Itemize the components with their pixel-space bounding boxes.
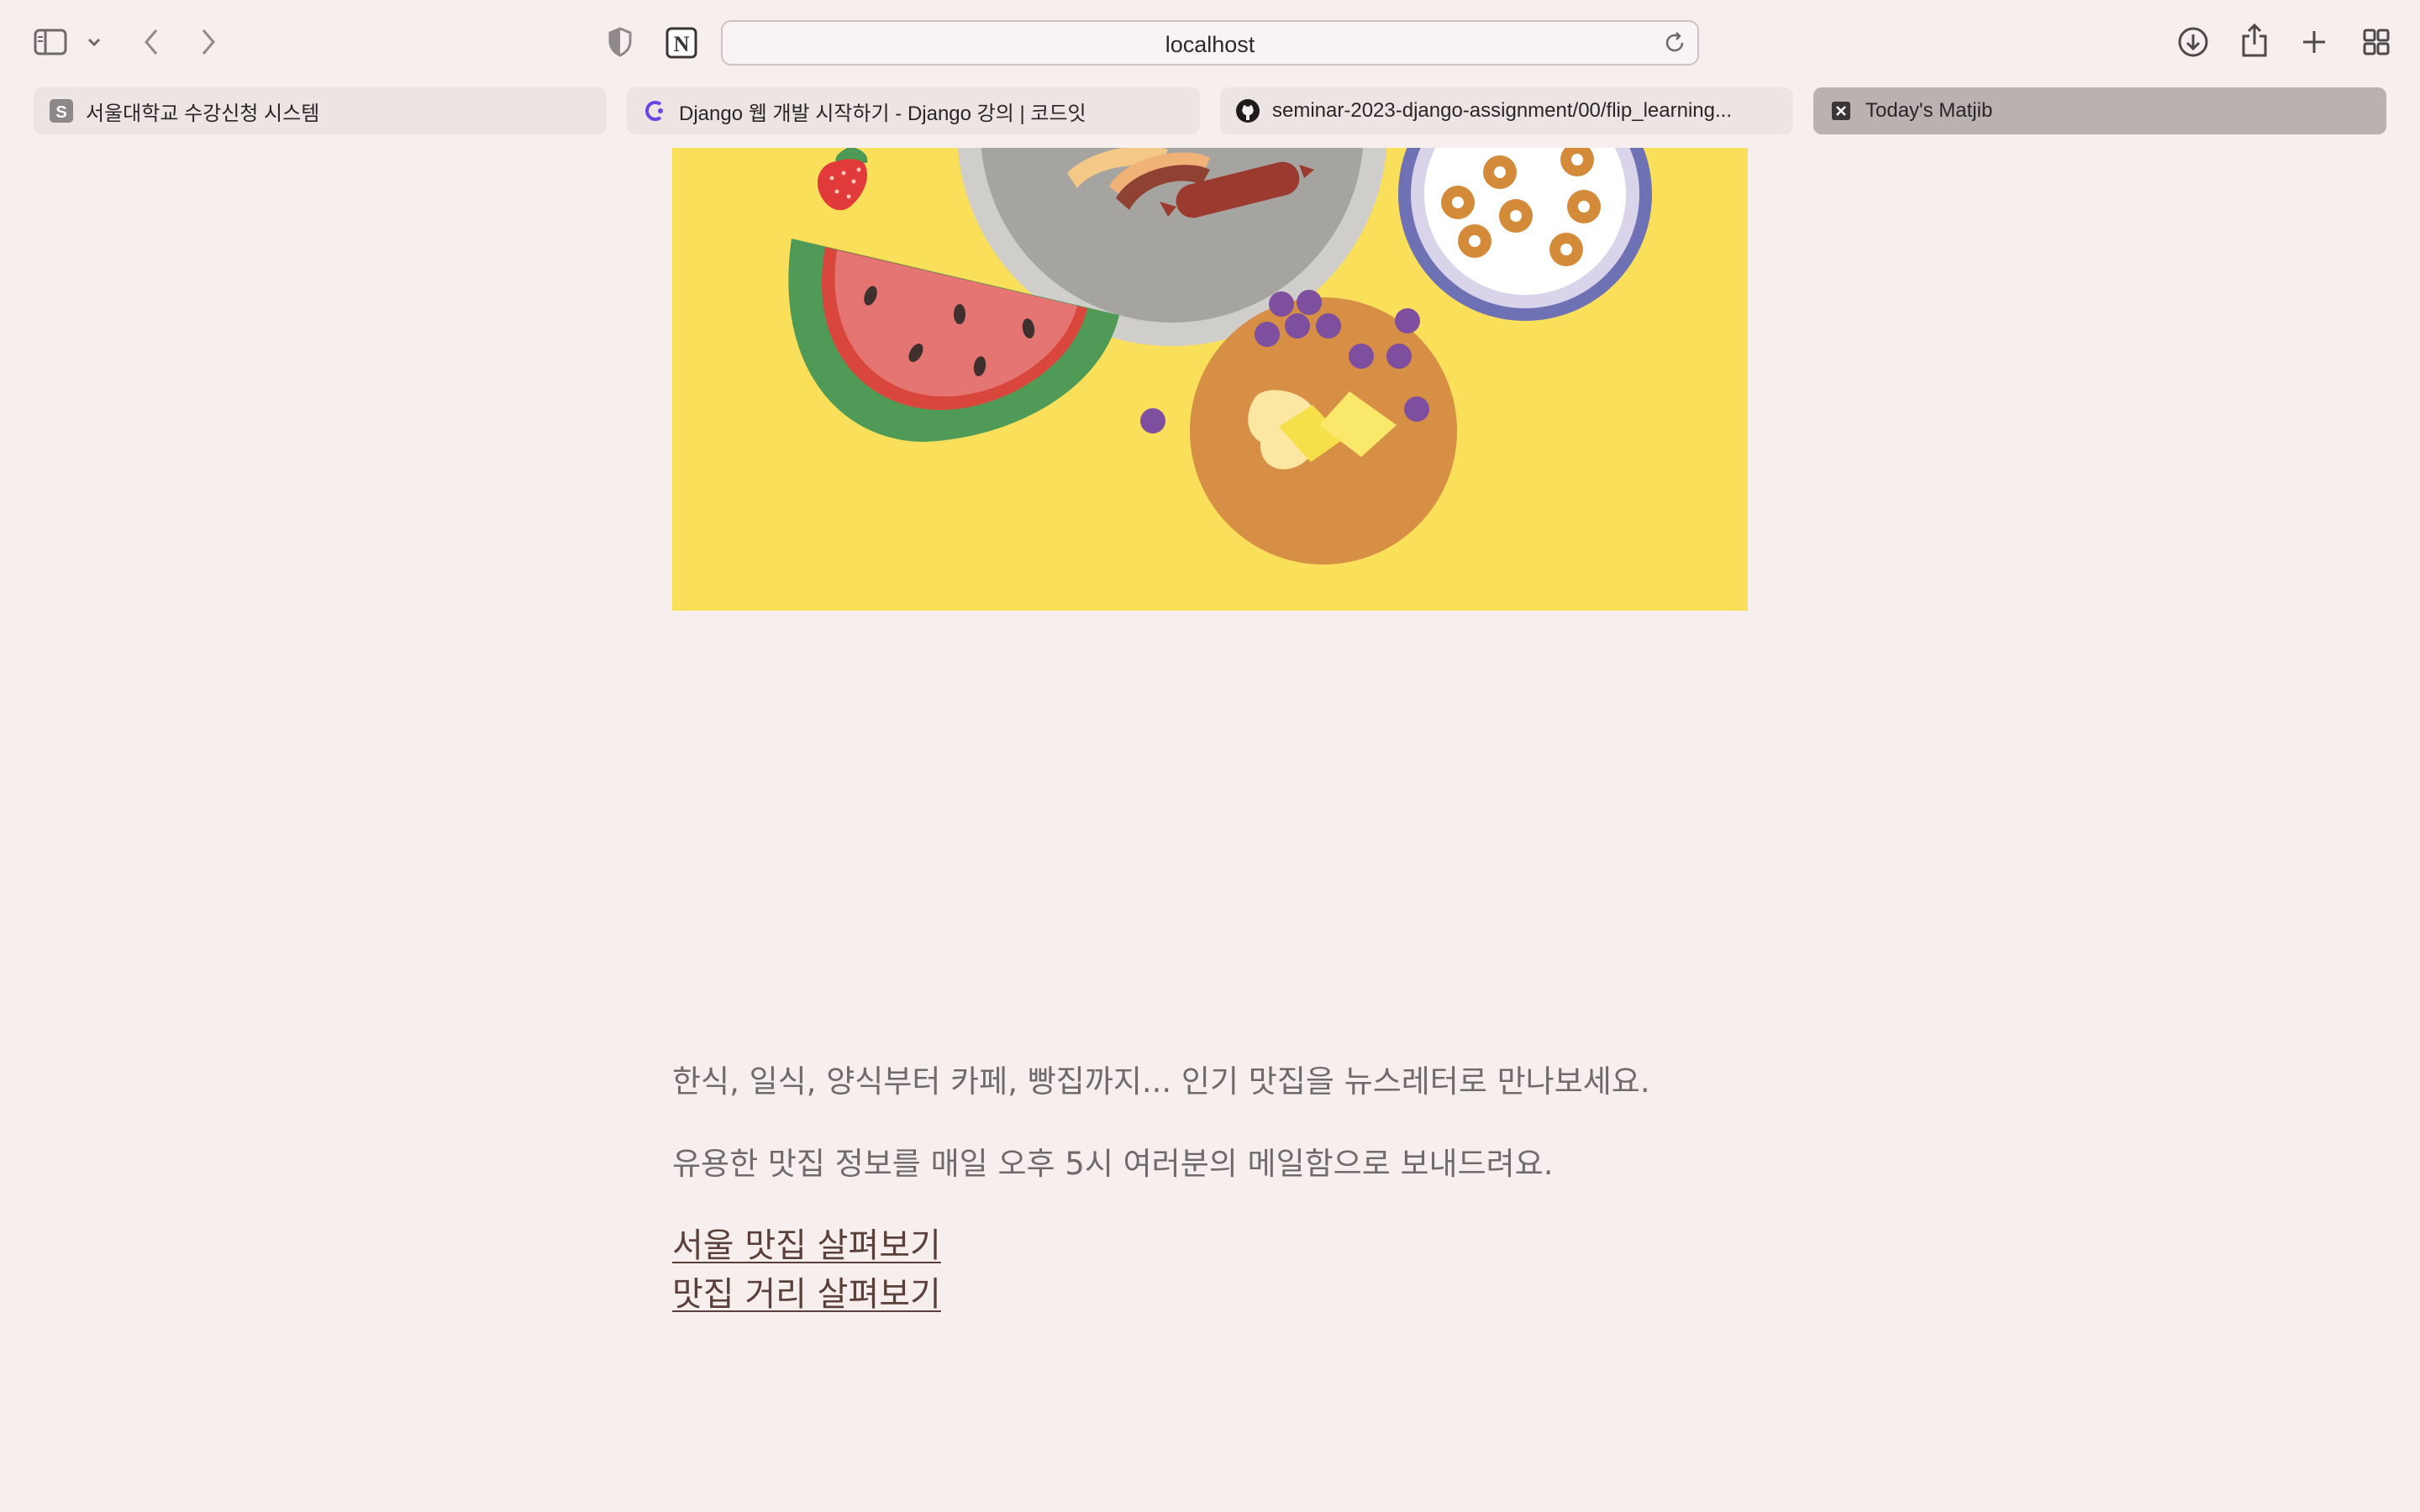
strawberry-illustration — [817, 148, 868, 211]
sidebar-toggle-icon[interactable] — [32, 25, 69, 59]
svg-text:S: S — [55, 103, 66, 122]
matjib-street-link[interactable]: 맛집 거리 살펴보기 — [672, 1270, 941, 1319]
downloads-icon[interactable] — [2175, 24, 2212, 60]
x-box-icon — [1828, 98, 1854, 123]
address-bar[interactable]: localhost — [721, 20, 1699, 66]
tab-title: Django 웹 개발 시작하기 - Django 강의 | 코드잇 — [679, 102, 1086, 125]
s-letter-icon: S — [49, 98, 74, 123]
tab-django-course[interactable]: Django 웹 개발 시작하기 - Django 강의 | 코드잇 — [627, 87, 1200, 134]
tab-github-seminar[interactable]: seminar-2023-django-assignment/00/flip_l… — [1220, 87, 1793, 134]
url-text: localhost — [1165, 32, 1255, 57]
tab-overview-icon[interactable] — [2360, 25, 2393, 59]
new-tab-icon[interactable] — [2297, 25, 2331, 59]
reload-icon[interactable] — [1662, 30, 1687, 55]
share-icon[interactable] — [2237, 20, 2272, 60]
tab-title: Today's Matjib — [1865, 99, 1993, 122]
browser-toolbar: N localhost — [0, 0, 2420, 84]
tab-title: seminar-2023-django-assignment/00/flip_l… — [1272, 99, 1732, 122]
tab-title: 서울대학교 수강신청 시스템 — [86, 102, 320, 125]
back-icon[interactable] — [138, 25, 165, 59]
chevron-down-icon[interactable] — [82, 30, 106, 54]
seoul-matjib-link[interactable]: 서울 맛집 살펴보기 — [672, 1221, 941, 1270]
tab-snu-registration[interactable]: S 서울대학교 수강신청 시스템 — [34, 87, 607, 134]
forward-icon[interactable] — [195, 25, 222, 59]
privacy-shield-icon[interactable] — [603, 25, 637, 59]
codeit-icon — [642, 98, 667, 123]
cereal-bowl-illustration — [1398, 148, 1652, 321]
notion-icon[interactable]: N — [664, 25, 699, 60]
main-content: 한식, 일식, 양식부터 카페, 빵집까지... 인기 맛집을 뉴스레터로 만나… — [672, 1057, 1849, 1319]
description-text-delivery: 유용한 맛집 정보를 매일 오후 5시 여러분의 메일함으로 보내드려요. — [672, 1146, 1554, 1182]
hero-image — [672, 148, 1748, 611]
link-list: 서울 맛집 살펴보기 맛집 거리 살펴보기 — [672, 1221, 1849, 1319]
description-text: 한식, 일식, 양식부터 카페, 빵집까지... 인기 맛집을 뉴스레터로 만나… — [672, 1063, 1650, 1100]
tab-todays-matjib[interactable]: Today's Matjib — [1813, 87, 2386, 134]
github-icon — [1235, 98, 1260, 123]
svg-text:N: N — [674, 32, 690, 56]
